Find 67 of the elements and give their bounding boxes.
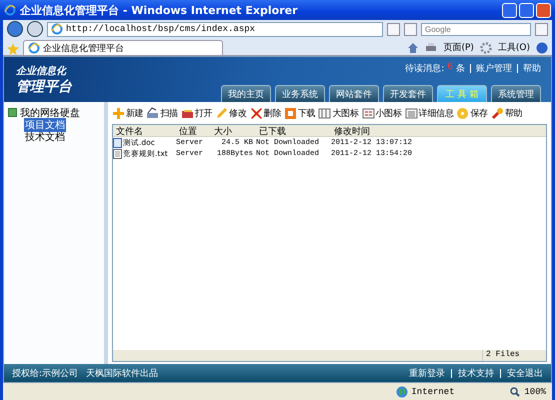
- footer-text: 授权给:示例公司: [12, 368, 78, 380]
- browser-icon: [4, 4, 16, 16]
- footer-link[interactable]: 安全退出: [507, 366, 543, 380]
- nav-tab[interactable]: 业务系统: [275, 85, 325, 102]
- message-count: 6: [447, 62, 453, 74]
- tree-item[interactable]: 我的网络硬盘: [20, 106, 80, 120]
- plus-icon: [112, 106, 125, 120]
- toolbar-button[interactable]: 下载: [284, 106, 316, 120]
- column-header[interactable]: 文件名: [113, 125, 173, 138]
- download-icon: [284, 106, 298, 120]
- maximize-button[interactable]: [519, 2, 534, 18]
- tools-menu[interactable]: 工具(O): [498, 41, 530, 54]
- toolbar-button[interactable]: 扫描: [146, 106, 178, 120]
- tree-item[interactable]: 技术文档: [24, 130, 66, 144]
- page-icon: [51, 23, 63, 35]
- printer-icon[interactable]: [425, 42, 438, 54]
- footer-text: 天枫国际软件出品: [86, 368, 158, 380]
- footer-link[interactable]: 技术支持: [458, 366, 494, 380]
- nav-tab[interactable]: 网站套件: [329, 85, 379, 102]
- toolbar-button[interactable]: 小图标: [362, 106, 402, 120]
- window-title: 企业信息化管理平台 - Windows Internet Explorer: [20, 2, 298, 18]
- zoom-level[interactable]: 100%: [524, 386, 546, 396]
- toolbar-button[interactable]: 保存: [456, 106, 488, 120]
- page-menu[interactable]: 页面(P): [443, 41, 474, 54]
- small-icons-icon: [362, 106, 375, 120]
- document-icon: [113, 138, 122, 148]
- star-icon[interactable]: [7, 43, 19, 55]
- disc-icon: [456, 106, 470, 120]
- column-header[interactable]: 大小: [211, 125, 253, 138]
- close-button[interactable]: [536, 2, 551, 18]
- notice-unit: 条: [456, 62, 465, 75]
- search-field[interactable]: Google: [421, 22, 531, 36]
- file-count: 2 Files: [482, 350, 546, 361]
- header-link[interactable]: 帮助: [523, 62, 541, 75]
- logo-text: 企业信息化: [16, 64, 68, 78]
- footer-link[interactable]: 重新登录: [409, 366, 445, 380]
- column-header[interactable]: 已下载: [256, 125, 328, 138]
- toolbar-button[interactable]: 大图标: [318, 106, 359, 120]
- tree-item[interactable]: 项目文档: [24, 118, 66, 132]
- nav-tab[interactable]: 开发套件: [383, 85, 433, 102]
- home-icon[interactable]: [407, 42, 420, 54]
- expand-icon[interactable]: [8, 108, 17, 117]
- toolbar-button[interactable]: 删除: [250, 106, 282, 120]
- zoom-icon[interactable]: [510, 386, 520, 396]
- notice-label: 待读消息:: [405, 62, 444, 75]
- minimize-button[interactable]: [502, 2, 517, 18]
- toolbar-button[interactable]: 新建: [112, 106, 144, 120]
- column-header[interactable]: 修改时间: [331, 125, 546, 138]
- scanner-icon: [146, 106, 160, 120]
- header-link[interactable]: 账户管理: [476, 62, 512, 75]
- large-icons-icon: [318, 106, 332, 120]
- page-icon: [28, 42, 40, 54]
- toolbar-button[interactable]: 修改: [215, 106, 247, 120]
- pencil-icon: [215, 106, 228, 120]
- address-field[interactable]: http://localhost/bsp/cms/index.aspx: [47, 22, 383, 36]
- toolbar-button[interactable]: 打开: [180, 106, 212, 120]
- details-icon: [404, 106, 418, 120]
- nav-tab[interactable]: 系统管理: [491, 85, 541, 102]
- toolbar-button[interactable]: 详细信息: [404, 106, 454, 120]
- toolbar-button[interactable]: 帮助: [490, 106, 522, 120]
- logo-text: 管理平台: [16, 78, 74, 96]
- cross-icon: [250, 106, 263, 120]
- column-header[interactable]: 位置: [176, 125, 208, 138]
- browser-tab[interactable]: 企业信息化管理平台: [23, 40, 223, 55]
- nav-tab[interactable]: 我的主页: [221, 85, 271, 102]
- security-zone: Internet: [411, 386, 455, 396]
- globe-icon: [396, 386, 408, 398]
